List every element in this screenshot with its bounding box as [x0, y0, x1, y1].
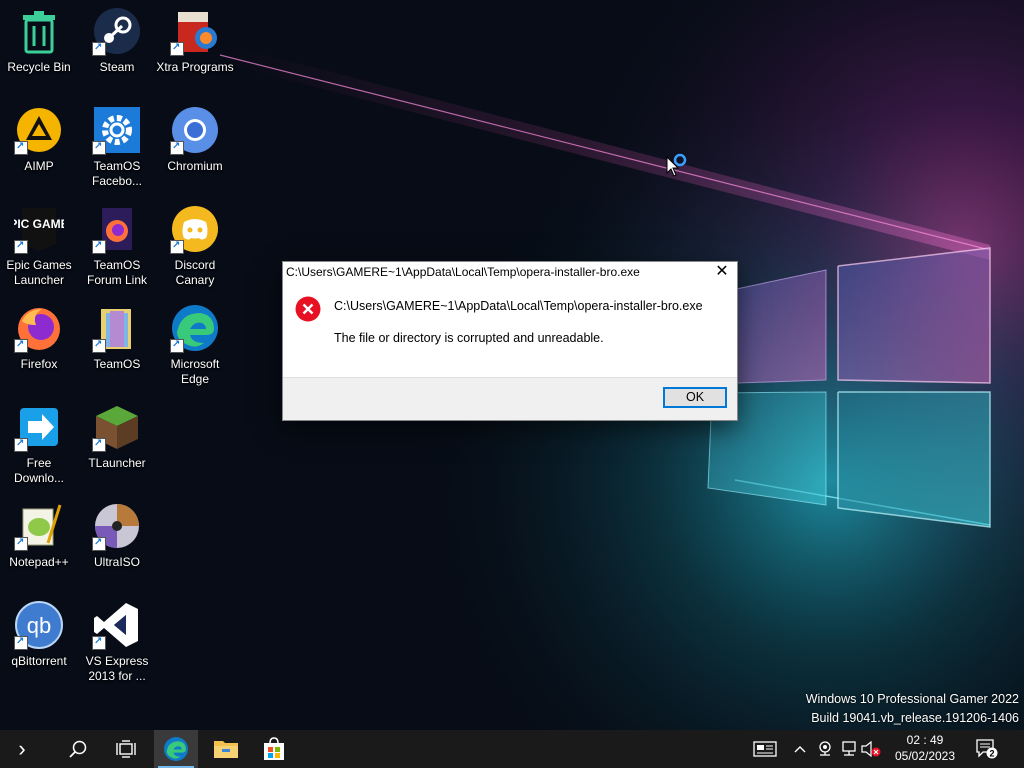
desktop-icon-label: UltraISO [93, 555, 140, 569]
shortcut-arrow-icon [170, 337, 184, 353]
tray-webcam-button[interactable] [814, 730, 836, 768]
microsoft-edge-shortcut[interactable]: Microsoft Edge [156, 299, 234, 391]
shortcut-arrow-icon [14, 436, 28, 452]
folder-icon [214, 741, 238, 758]
desktop-icon-label: Discord Canary [174, 258, 216, 287]
vs-express-shortcut[interactable]: VS Express 2013 for ... [78, 596, 156, 688]
dialog-title: C:\Users\GAMERE~1\AppData\Local\Temp\ope… [286, 265, 640, 279]
taskbar: › 02: 49 05/02/2023 2 [0, 730, 1024, 768]
desktop-icon-label: Notepad++ [9, 555, 69, 569]
network-icon [842, 741, 856, 756]
start-button[interactable]: › [0, 730, 44, 768]
shortcut-arrow-icon [92, 634, 106, 650]
xtra-programs-shortcut[interactable]: Xtra Programs [156, 2, 234, 94]
epic-logo-text: EPIC GAMES [14, 217, 64, 231]
desktop-icon-label: Microsoft Edge [170, 357, 220, 386]
dialog-file-path: C:\Users\GAMERE~1\AppData\Local\Temp\ope… [334, 299, 703, 313]
desktop-icon-label: Epic Games Launcher [6, 258, 72, 287]
task-view-icon [116, 740, 136, 758]
shortcut-arrow-icon [92, 436, 106, 452]
taskbar-clock[interactable]: 02 : 49 05/02/2023 [882, 732, 968, 764]
shortcut-arrow-icon [92, 139, 106, 155]
clock-date: 05/02/2023 [894, 749, 956, 763]
teamos-forum-shortcut[interactable]: TeamOS Forum Link [78, 200, 156, 292]
taskbar-store-button[interactable] [252, 730, 296, 768]
shortcut-arrow-icon [92, 337, 106, 353]
recycle-bin-icon [23, 11, 55, 54]
tray-news-button[interactable] [748, 730, 782, 768]
build-watermark: Build 19041.vb_release.191206-1406 [811, 711, 1019, 725]
shortcut-arrow-icon [14, 139, 28, 155]
shortcut-arrow-icon [170, 238, 184, 254]
desktop-icon-label: AIMP [24, 159, 54, 173]
free-download-shortcut[interactable]: Free Downlo... [0, 398, 78, 490]
teamos-facebook-shortcut[interactable]: TeamOS Facebo... [78, 101, 156, 193]
desktop-icon-label: Chromium [167, 159, 223, 173]
notification-count: 2 [989, 749, 994, 759]
store-icon [264, 737, 284, 760]
tlauncher-shortcut[interactable]: TLauncher [78, 398, 156, 490]
ok-button[interactable]: OK [663, 387, 727, 408]
recycle-bin-shortcut[interactable]: Recycle Bin [0, 2, 78, 94]
shortcut-arrow-icon [92, 535, 106, 551]
steam-shortcut[interactable]: Steam [78, 2, 156, 94]
tray-volume-button[interactable] [860, 730, 882, 768]
error-dialog: C:\Users\GAMERE~1\AppData\Local\Temp\ope… [282, 261, 738, 421]
dialog-close-button[interactable]: ✕ [709, 262, 735, 282]
firefox-shortcut[interactable]: Firefox [0, 299, 78, 391]
news-widget-icon [753, 741, 777, 757]
aimp-shortcut[interactable]: AIMP [0, 101, 78, 193]
volume-muted-icon [861, 741, 881, 757]
shortcut-arrow-icon [170, 139, 184, 155]
chevron-right-icon: › [18, 736, 26, 761]
dialog-footer: OK [283, 377, 737, 420]
search-icon [69, 740, 87, 758]
desktop-icon-label: qBittorrent [11, 654, 67, 668]
edge-icon [164, 737, 188, 761]
desktop-icon-label: TeamOS Facebo... [91, 159, 143, 188]
task-view-button[interactable] [104, 730, 148, 768]
desktop-icon-label: TeamOS Forum Link [86, 258, 148, 287]
shortcut-arrow-icon [14, 337, 28, 353]
desktop-icon-label: Free Downlo... [13, 456, 65, 485]
epic-games-shortcut[interactable]: EPIC GAMES Epic Games Launcher [0, 200, 78, 292]
webcam-icon [819, 741, 831, 756]
desktop-icon-label: TLauncher [88, 456, 146, 470]
shortcut-arrow-icon [92, 40, 106, 56]
windows-edition-watermark: Windows 10 Professional Gamer 2022 [805, 692, 1019, 706]
taskbar-edge-button[interactable] [154, 730, 198, 768]
shortcut-arrow-icon [14, 634, 28, 650]
shortcut-arrow-icon [14, 238, 28, 254]
chevron-up-icon [794, 746, 806, 753]
desktop-icon-label: VS Express 2013 for ... [85, 654, 149, 683]
error-icon [295, 296, 321, 322]
desktop-icon-label: TeamOS [93, 357, 141, 371]
action-center-button[interactable]: 2 [970, 730, 1004, 768]
shortcut-arrow-icon [14, 535, 28, 551]
qbittorrent-shortcut[interactable]: qb qBittorrent [0, 596, 78, 688]
notepadpp-shortcut[interactable]: Notepad++ [0, 497, 78, 589]
shortcut-arrow-icon [170, 40, 184, 56]
chromium-shortcut[interactable]: Chromium [156, 101, 234, 193]
show-hidden-icons-button[interactable] [790, 730, 810, 768]
dialog-message: The file or directory is corrupted and u… [334, 331, 604, 345]
notification-icon: 2 [976, 739, 998, 759]
desktop-icon-label: Xtra Programs [156, 60, 234, 74]
search-button[interactable] [56, 730, 100, 768]
desktop-icon-label: Steam [99, 60, 135, 74]
tray-network-button[interactable] [838, 730, 860, 768]
clock-time: 02 : 49 [906, 733, 944, 747]
ultraiso-shortcut[interactable]: UltraISO [78, 497, 156, 589]
teamos-shortcut[interactable]: TeamOS [78, 299, 156, 391]
shortcut-arrow-icon [92, 238, 106, 254]
qbittorrent-logo-text: qb [27, 613, 51, 638]
discord-canary-shortcut[interactable]: Discord Canary [156, 200, 234, 292]
desktop-icon-label: Firefox [20, 357, 58, 371]
taskbar-file-explorer-button[interactable] [204, 730, 248, 768]
desktop-icon-label: Recycle Bin [7, 60, 71, 74]
